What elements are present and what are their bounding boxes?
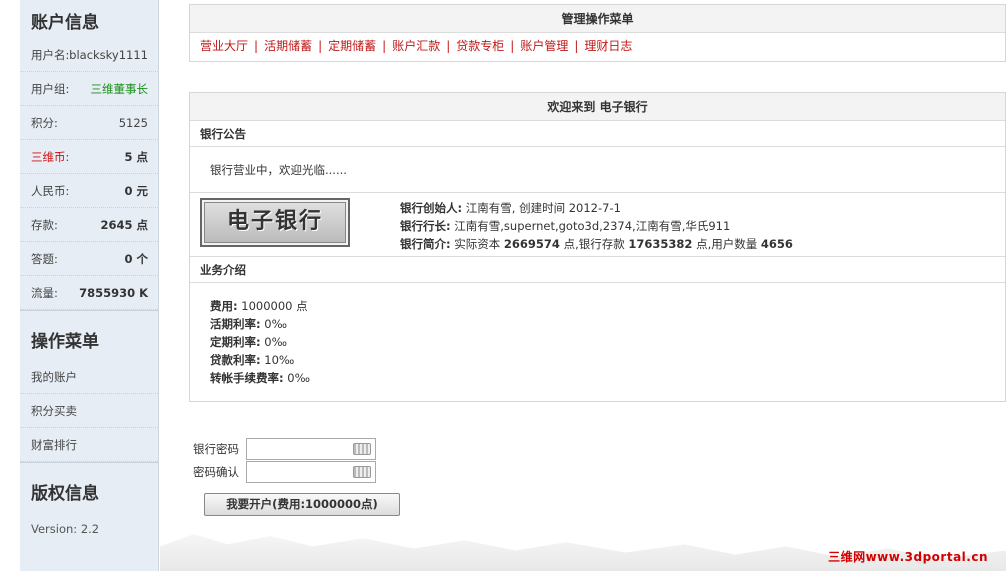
business-title: 业务介绍 <box>190 257 1005 283</box>
menu-separator: | <box>318 39 323 53</box>
points-row: 积分: 5125 <box>20 106 158 140</box>
transfer-fee-line: 转帐手续费率: 0‰ <box>210 369 1005 387</box>
menu-link-remittance[interactable]: 账户汇款 <box>392 39 440 53</box>
points-label: 积分: <box>31 116 58 130</box>
welcome-panel: 欢迎来到 电子银行 银行公告 银行营业中，欢迎光临...... 电子银行 银行创… <box>189 92 1006 402</box>
coins-value: 5 点 <box>124 150 148 164</box>
menu-link-finance-log[interactable]: 理财日志 <box>584 39 632 53</box>
password-row: 银行密码 <box>193 437 376 460</box>
confirm-password-input[interactable] <box>246 460 376 483</box>
current-rate-value: 0‰ <box>264 317 288 331</box>
answers-value: 0 个 <box>124 252 148 266</box>
intro-capital: 2669574 <box>503 237 560 251</box>
transfer-fee-value: 0‰ <box>287 371 311 385</box>
fee-value: 1000000 点 <box>241 299 308 313</box>
current-rate-label: 活期利率: <box>210 317 261 331</box>
confirm-label: 密码确认 <box>193 464 239 479</box>
loan-rate-value: 10‰ <box>264 353 295 367</box>
deposit-label: 存款: <box>31 218 58 232</box>
points-value: 5125 <box>118 116 148 130</box>
username-label: 用户名: <box>31 48 70 62</box>
sidebar-item-my-account[interactable]: 我的账户 <box>20 360 158 394</box>
operation-menu-title: 操作菜单 <box>20 310 158 360</box>
traffic-value: 7855930 K <box>79 286 148 300</box>
menu-link-account-management[interactable]: 账户管理 <box>520 39 568 53</box>
sidebar-item-points-trade[interactable]: 积分买卖 <box>20 394 158 428</box>
fixed-rate-line: 定期利率: 0‰ <box>210 333 1005 351</box>
founder-label: 银行创始人: <box>400 201 463 215</box>
menu-separator: | <box>382 39 387 53</box>
fee-label: 费用: <box>210 299 238 313</box>
bank-info: 电子银行 银行创始人: 江南有雪, 创建时间 2012-7-1 银行行长: 江南… <box>190 193 1005 257</box>
deposit-row: 存款: 2645 点 <box>20 208 158 242</box>
deposit-value: 2645 点 <box>100 218 148 232</box>
keyboard-icon[interactable] <box>353 442 371 455</box>
keyboard-icon[interactable] <box>353 465 371 478</box>
menu-link-loans[interactable]: 贷款专柜 <box>456 39 504 53</box>
password-input[interactable] <box>246 437 376 460</box>
watermark: 三维网www.3dportal.cn <box>828 550 988 564</box>
intro-users: 4656 <box>760 237 793 251</box>
sidebar-item-wealth-rank[interactable]: 财富排行 <box>20 428 158 462</box>
intro-deposit: 17635382 <box>628 237 693 251</box>
fee-line: 费用: 1000000 点 <box>210 297 1005 315</box>
answers-row: 答题: 0 个 <box>20 242 158 276</box>
menu-separator: | <box>510 39 515 53</box>
current-rate-line: 活期利率: 0‰ <box>210 315 1005 333</box>
fixed-rate-value: 0‰ <box>264 335 288 349</box>
menu-separator: | <box>254 39 259 53</box>
menu-separator: | <box>446 39 451 53</box>
notice-title: 银行公告 <box>190 121 1005 147</box>
rmb-value: 0 元 <box>124 184 148 198</box>
intro-capital-label: 实际资本 <box>454 237 501 251</box>
answers-label: 答题: <box>31 252 58 266</box>
sidebar: 账户信息 用户名: blacksky1111 用户组: 三维董事长 积分: 51… <box>20 0 159 571</box>
president-value: 江南有雪,supernet,goto3d,2374,江南有雪,华氏911 <box>454 219 731 233</box>
confirm-row: 密码确认 <box>193 460 376 483</box>
fixed-rate-label: 定期利率: <box>210 335 261 349</box>
open-account-form: 银行密码 密码确认 <box>193 437 376 483</box>
loan-rate-line: 贷款利率: 10‰ <box>210 351 1005 369</box>
usergroup-value: 三维董事长 <box>90 82 149 96</box>
intro-label: 银行简介: <box>400 237 451 251</box>
notice-text: 银行营业中，欢迎光临...... <box>190 147 1005 193</box>
menu-link-fixed-savings[interactable]: 定期储蓄 <box>328 39 376 53</box>
rmb-row: 人民币: 0 元 <box>20 174 158 208</box>
bank-logo: 电子银行 <box>200 198 350 247</box>
menu-header: 管理操作菜单 <box>190 5 1005 33</box>
main-content: 管理操作菜单 营业大厅 | 活期储蓄 | 定期储蓄 | 账户汇款 | 贷款专柜 | 账户管理 | 理财日… <box>189 4 1006 402</box>
intro-users-label: 点,用户数量 <box>696 237 758 251</box>
menu-panel: 管理操作菜单 营业大厅 | 活期储蓄 | 定期储蓄 | 账户汇款 | 贷款专柜 | 账户管理 | 理财日… <box>189 4 1006 62</box>
operation-menu: 营业大厅 | 活期储蓄 | 定期储蓄 | 账户汇款 | 贷款专柜 | 账户管理 | 理财日志 <box>190 33 1005 61</box>
menu-separator: | <box>574 39 579 53</box>
version-text: Version: 2.2 <box>31 522 100 536</box>
coins-row: 三维币: 5 点 <box>20 140 158 174</box>
copyright-title: 版权信息 <box>20 462 158 512</box>
account-info-title: 账户信息 <box>31 13 99 33</box>
loan-rate-label: 贷款利率: <box>210 353 261 367</box>
traffic-label: 流量: <box>31 286 58 300</box>
open-account-button[interactable]: 我要开户(费用:1000000点) <box>204 493 400 516</box>
usergroup-label: 用户组: <box>31 82 70 96</box>
transfer-fee-label: 转帐手续费率: <box>210 371 284 385</box>
president-line: 银行行长: 江南有雪,supernet,goto3d,2374,江南有雪,华氏9… <box>400 217 793 235</box>
menu-link-current-savings[interactable]: 活期储蓄 <box>264 39 312 53</box>
coins-label: 三维币: <box>31 150 70 164</box>
menu-link-lobby[interactable]: 营业大厅 <box>200 39 248 53</box>
business-details: 费用: 1000000 点 活期利率: 0‰ 定期利率: 0‰ 贷款利率: 10… <box>190 283 1005 401</box>
rmb-label: 人民币: <box>31 184 70 198</box>
bank-info-lines: 银行创始人: 江南有雪, 创建时间 2012-7-1 银行行长: 江南有雪,su… <box>400 199 793 253</box>
username-value: blacksky1111 <box>69 48 148 62</box>
founder-value: 江南有雪, 创建时间 2012-7-1 <box>465 201 621 215</box>
usergroup-row: 用户组: 三维董事长 <box>20 72 158 106</box>
intro-line: 银行简介: 实际资本 2669574 点,银行存款 17635382 点,用户数… <box>400 235 793 253</box>
username-row: 用户名: blacksky1111 <box>20 38 158 72</box>
traffic-row: 流量: 7855930 K <box>20 276 158 310</box>
president-label: 银行行长: <box>400 219 451 233</box>
intro-deposit-label: 点,银行存款 <box>563 237 625 251</box>
founder-line: 银行创始人: 江南有雪, 创建时间 2012-7-1 <box>400 199 793 217</box>
welcome-header: 欢迎来到 电子银行 <box>190 93 1005 121</box>
password-label: 银行密码 <box>193 441 239 456</box>
